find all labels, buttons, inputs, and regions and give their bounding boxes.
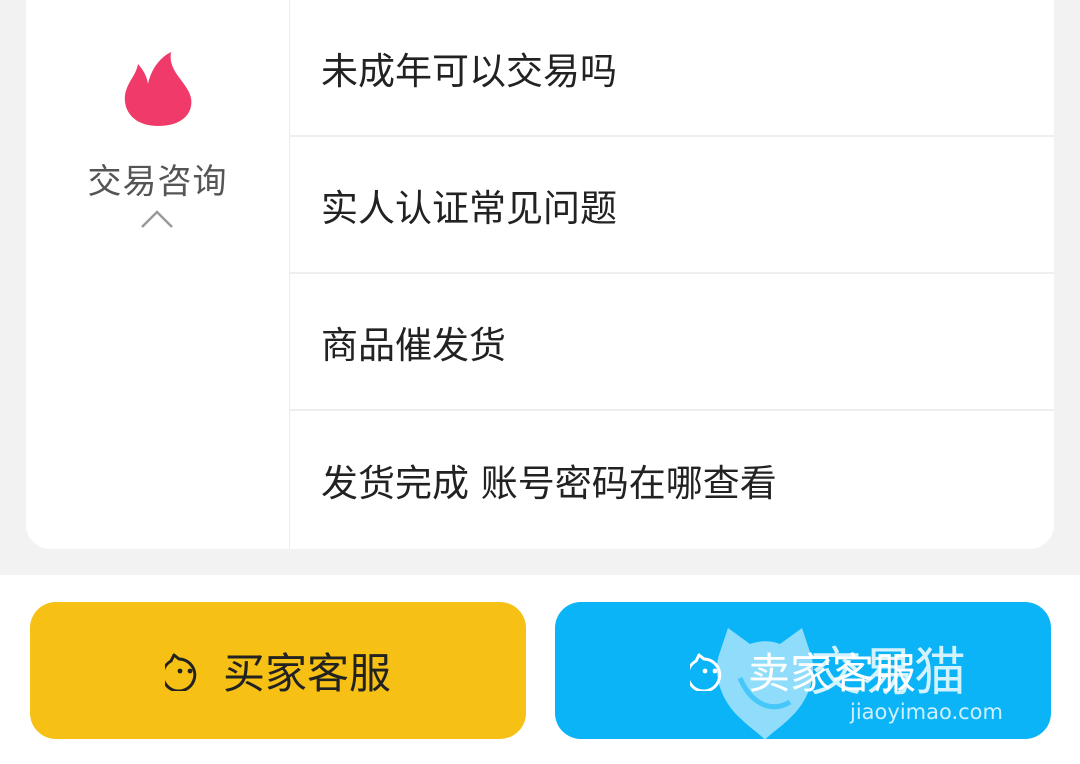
flame-icon bbox=[124, 52, 192, 126]
faq-item-urge-shipment[interactable]: 商品催发货 bbox=[290, 274, 1054, 411]
seller-service-label: 卖家客服 bbox=[747, 649, 916, 698]
buyer-service-button[interactable]: 买家客服 bbox=[30, 602, 526, 739]
category-panel[interactable]: 交易咨询 bbox=[26, 0, 290, 549]
faq-list: 未成年可以交易吗 实人认证常见问题 商品催发货 发货完成 账号密码在哪查看 bbox=[290, 0, 1054, 549]
faq-card: 交易咨询 未成年可以交易吗 实人认证常见问题 商品催发货 发货完成 账号密码在哪… bbox=[26, 0, 1054, 549]
faq-item-account-password[interactable]: 发货完成 账号密码在哪查看 bbox=[290, 411, 1054, 549]
faq-item-identity-verification[interactable]: 实人认证常见问题 bbox=[290, 137, 1054, 274]
content-area: 交易咨询 未成年可以交易吗 实人认证常见问题 商品催发货 发货完成 账号密码在哪… bbox=[0, 0, 1080, 575]
category-label: 交易咨询 bbox=[87, 162, 228, 202]
seller-service-button[interactable]: 卖家客服 bbox=[555, 602, 1051, 739]
cat-face-icon bbox=[689, 653, 722, 691]
bottom-action-bar: 买家客服 卖家客服 bbox=[0, 575, 1080, 764]
faq-item-minor-trading[interactable]: 未成年可以交易吗 bbox=[290, 0, 1054, 137]
buyer-service-label: 买家客服 bbox=[222, 649, 391, 698]
chevron-up-icon[interactable] bbox=[139, 206, 175, 230]
cat-face-icon bbox=[164, 653, 197, 691]
